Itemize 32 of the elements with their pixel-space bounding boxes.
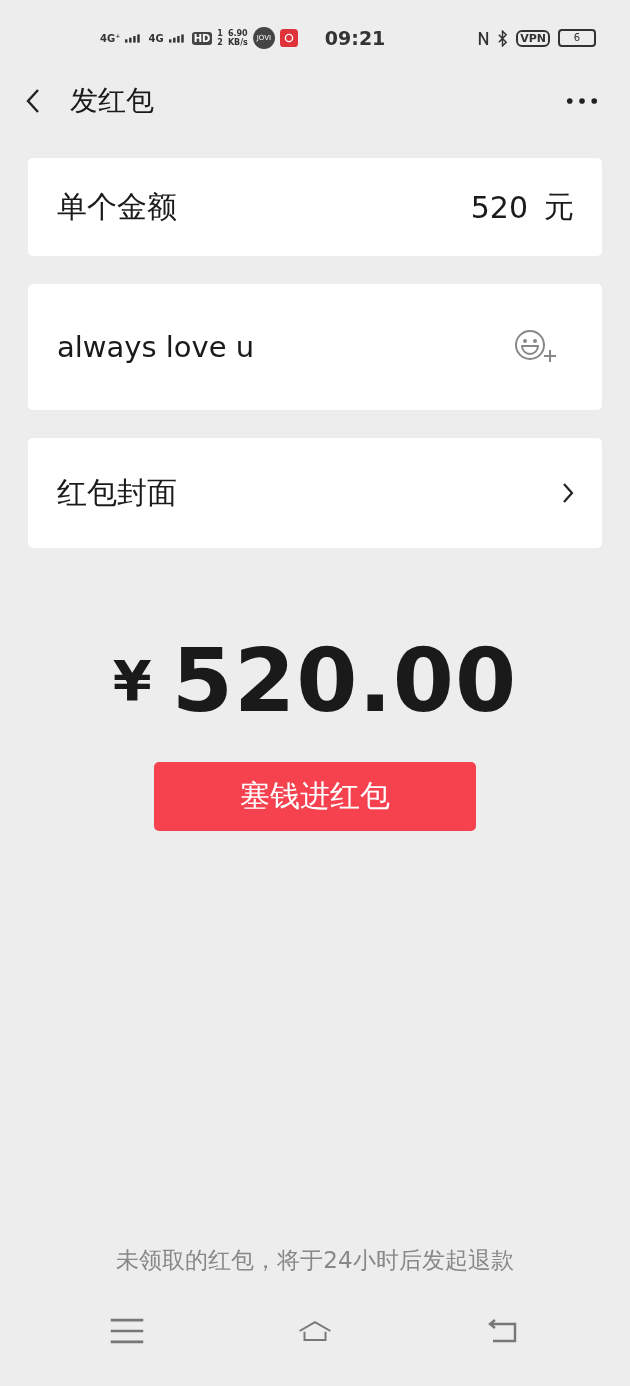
bluetooth-icon — [497, 29, 509, 47]
more-icon[interactable] — [566, 97, 598, 105]
signal-icon — [168, 33, 187, 43]
back-icon[interactable] — [26, 88, 40, 114]
message-field[interactable]: always love u — [28, 284, 602, 410]
currency-unit: 元 — [544, 187, 574, 226]
currency-symbol: ¥ — [112, 647, 152, 713]
nfc-icon — [478, 29, 490, 47]
amount-field[interactable]: 单个金额 520 元 — [28, 158, 602, 256]
menu-icon[interactable] — [110, 1318, 144, 1344]
clock: 09:21 — [324, 27, 386, 49]
submit-button[interactable]: 塞钱进红包 — [154, 762, 476, 831]
home-icon[interactable] — [298, 1318, 332, 1344]
page-title: 发红包 — [70, 83, 155, 119]
hd-badge: HD — [191, 31, 213, 45]
network-label: 4G⁺ — [100, 32, 121, 44]
row-label: 红包封面 — [57, 473, 178, 512]
total-amount: 520.00 — [171, 628, 518, 732]
chevron-right-icon — [562, 482, 574, 504]
amount-value: 520 — [470, 189, 528, 225]
sim-number: 1 — [217, 29, 223, 38]
cover-row[interactable]: 红包封面 — [28, 438, 602, 548]
refund-note: 未领取的红包，将于24小时后发起退款 — [116, 1246, 514, 1275]
network-label: 4G — [148, 32, 164, 44]
battery-indicator: 6 — [558, 29, 596, 47]
sim-number: 2 — [217, 38, 223, 47]
app-icon — [279, 29, 298, 47]
message-text: always love u — [57, 330, 256, 364]
vpn-badge: VPN — [516, 29, 550, 47]
field-label: 单个金额 — [57, 187, 178, 226]
speed-unit: KB/s — [227, 38, 248, 47]
speed-value: 6.90 — [227, 29, 248, 38]
